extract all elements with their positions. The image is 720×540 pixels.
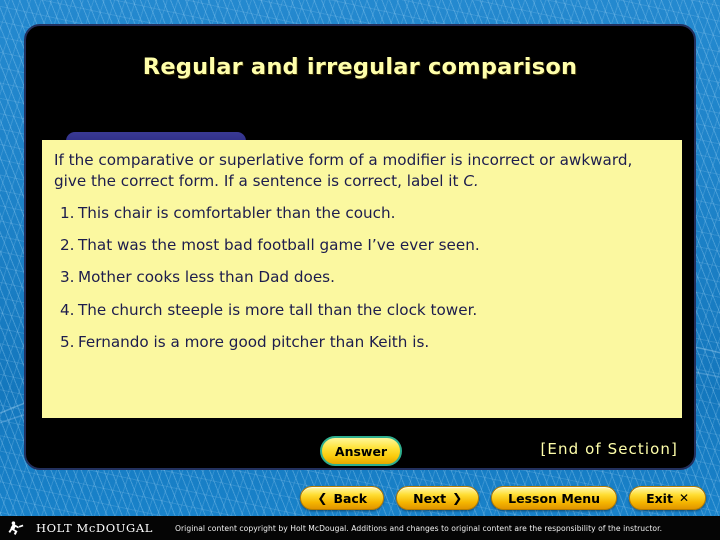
chevron-right-icon: ❯ [452,491,463,505]
slide-canvas: Regular and irregular comparison On Your… [0,0,720,540]
question-text: Fernando is a more good pitcher than Kei… [78,332,430,351]
question-number: 4. [60,300,75,319]
content-panel: Regular and irregular comparison On Your… [24,24,696,470]
exercise-instructions-label: C. [463,171,479,190]
back-button[interactable]: ❮ Back [300,486,385,510]
copyright-notice: Original content copyright by Holt McDou… [174,523,663,533]
end-of-section-note: [End of Section] [540,440,678,458]
exit-button[interactable]: Exit ✕ [629,486,706,510]
holt-mcdougal-wordmark: HOLT McDOUGAL [36,521,153,535]
exercise-instructions: If the comparative or superlative form o… [54,150,668,192]
list-item: 5. Fernando is a more good pitcher than … [54,333,668,351]
next-button[interactable]: Next ❯ [396,486,480,510]
exit-button-label: Exit [646,490,673,506]
question-text: That was the most bad football game I’ve… [78,236,480,255]
navigation-bar: ❮ Back Next ❯ Lesson Menu Exit ✕ [0,480,720,516]
list-item: 4. The church steeple is more tall than … [54,301,668,319]
back-button-label: Back [333,490,368,506]
question-number: 3. [60,268,75,287]
list-item: 1. This chair is comfortabler than the c… [54,204,668,222]
question-number: 5. [60,332,75,351]
page-title: Regular and irregular comparison [142,54,578,80]
question-text: This chair is comfortabler than the couc… [78,203,396,222]
question-text: The church steeple is more tall than the… [78,300,478,319]
lesson-menu-button-label: Lesson Menu [508,490,601,506]
footer-bar: HOLT McDOUGAL Original content copyright… [0,516,720,540]
lesson-menu-button[interactable]: Lesson Menu [491,486,618,510]
chevron-left-icon: ❮ [317,491,328,505]
answer-button[interactable]: Answer [320,436,402,466]
holt-runner-logo-icon [8,521,24,535]
exercise-question-list: 1. This chair is comfortabler than the c… [54,204,668,351]
exercise-instructions-text: If the comparative or superlative form o… [54,151,633,190]
question-number: 1. [60,203,75,222]
list-item: 2. That was the most bad football game I… [54,236,668,254]
exercise-box: If the comparative or superlative form o… [42,140,682,418]
question-number: 2. [60,236,75,255]
question-text: Mother cooks less than Dad does. [78,268,335,287]
list-item: 3. Mother cooks less than Dad does. [54,268,668,286]
close-icon: ✕ [678,491,689,505]
next-button-label: Next [413,490,447,506]
